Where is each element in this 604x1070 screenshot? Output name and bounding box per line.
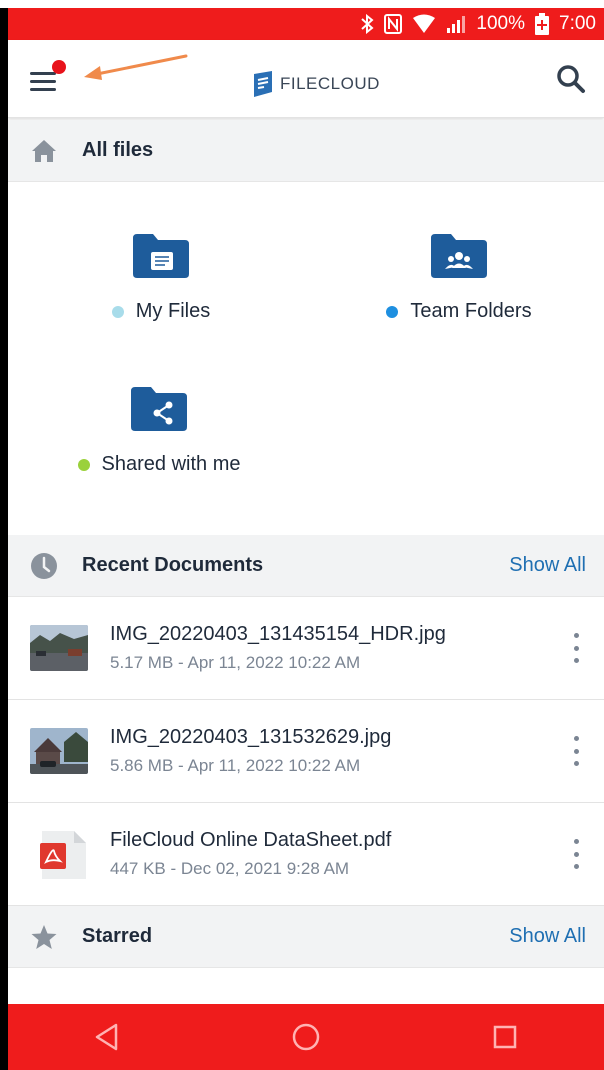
document-name: FileCloud Online DataSheet.pdf [110, 829, 392, 851]
document-meta: 447 KB - Dec 02, 2021 9:28 AM [110, 859, 350, 878]
document-name: IMG_20220403_131435154_HDR.jpg [110, 623, 446, 645]
battery-icon [535, 13, 550, 35]
status-dot [386, 305, 399, 318]
all-files-header: All files [8, 120, 604, 182]
filecloud-logo: FILECLOUD [252, 70, 380, 98]
nfc-icon [384, 14, 403, 34]
pdf-icon [40, 829, 88, 881]
photo-thumbnail [30, 625, 88, 671]
status-dot [77, 458, 90, 471]
tile-label-shared-with-me: Shared with me [77, 453, 241, 476]
recent-documents-title: Recent Documents [82, 554, 264, 576]
more-options-icon[interactable] [568, 736, 584, 766]
tile-team-folders[interactable]: Team Folders [374, 232, 544, 323]
clock-time: 7:00 [559, 13, 596, 34]
clock-icon [31, 553, 57, 579]
search-button[interactable] [554, 62, 588, 96]
status-dot [111, 305, 124, 318]
status-bar: 100% 7:00 [8, 8, 604, 40]
recents-button[interactable] [485, 1017, 525, 1057]
document-meta: 5.17 MB - Apr 11, 2022 10:22 AM [110, 653, 361, 672]
more-options-icon[interactable] [568, 633, 584, 663]
tile-label-my-files: My Files [111, 300, 211, 323]
recent-show-all-link[interactable]: Show All [509, 554, 586, 577]
document-meta: 5.86 MB - Apr 11, 2022 10:22 AM [110, 756, 361, 775]
notification-badge [52, 60, 66, 74]
starred-show-all-link[interactable]: Show All [509, 925, 586, 948]
starred-title: Starred [82, 925, 153, 947]
document-name: IMG_20220403_131532629.jpg [110, 726, 392, 748]
wifi-icon [412, 14, 436, 34]
recent-documents-header: Recent Documents Show All [8, 535, 604, 597]
my-files-label: My Files [135, 300, 211, 322]
starred-header: Starred Show All [8, 906, 604, 968]
photo-thumbnail [30, 728, 88, 774]
recents-icon [493, 1025, 516, 1049]
folder-team-icon [431, 234, 487, 278]
tile-label-team-folders: Team Folders [386, 300, 532, 323]
document-row[interactable]: IMG_20220403_131532629.jpg 5.86 MB - Apr… [8, 700, 604, 803]
star-icon [31, 925, 57, 949]
search-icon [557, 65, 585, 93]
document-row[interactable]: IMG_20220403_131435154_HDR.jpg 5.17 MB -… [8, 597, 604, 700]
filecloud-logo-icon [254, 71, 272, 97]
signal-icon [446, 14, 466, 34]
home-icon [32, 140, 56, 162]
top-strip [0, 0, 604, 8]
logo-text: FILECLOUD [280, 74, 380, 93]
tile-shared-with-me[interactable]: Shared with me [64, 385, 254, 476]
back-button[interactable] [87, 1017, 127, 1057]
home-circle-icon [292, 1023, 320, 1051]
tile-my-files[interactable]: My Files [98, 232, 224, 323]
left-frame-edge [0, 8, 8, 1070]
app-bar: FILECLOUD [8, 40, 604, 118]
document-row[interactable]: FileCloud Online DataSheet.pdf 447 KB - … [8, 803, 604, 906]
annotation-arrow-icon [84, 54, 188, 80]
bluetooth-icon [360, 14, 374, 34]
back-icon [96, 1023, 118, 1051]
navigation-bar [8, 1004, 604, 1070]
folder-share-icon [131, 387, 187, 431]
team-folders-label: Team Folders [410, 300, 532, 322]
home-button[interactable] [286, 1017, 326, 1057]
more-options-icon[interactable] [568, 839, 584, 869]
all-files-title: All files [82, 139, 154, 161]
folder-document-icon [133, 234, 189, 278]
shared-with-me-label: Shared with me [101, 453, 241, 475]
battery-percent: 100% [476, 13, 526, 34]
